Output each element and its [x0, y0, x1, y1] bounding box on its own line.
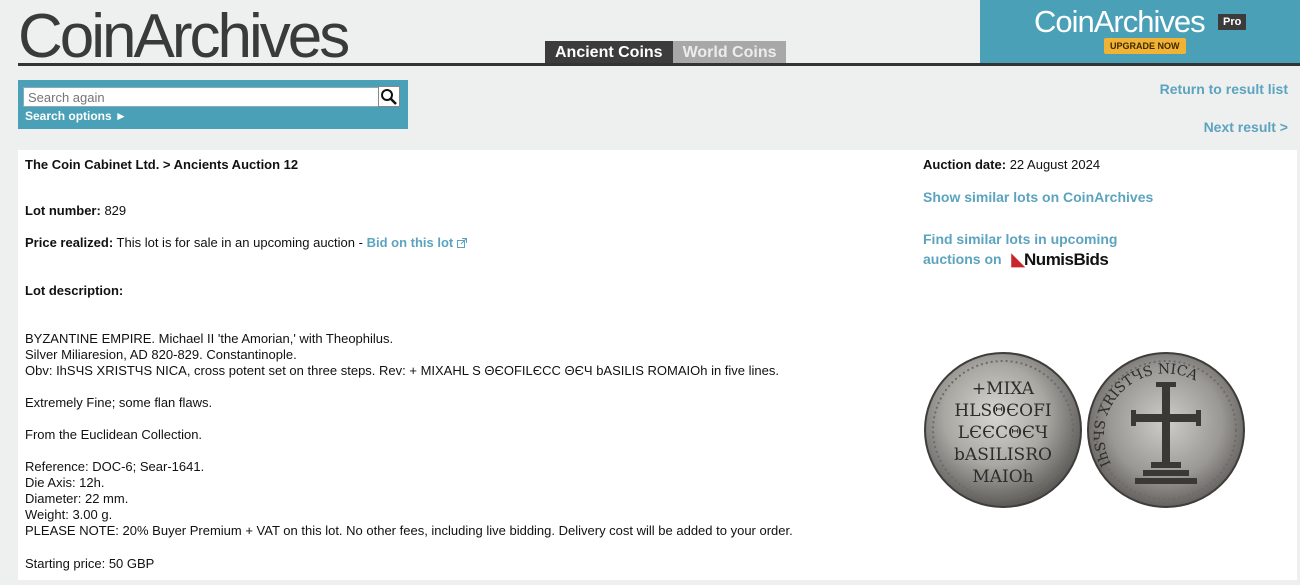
- upcoming-line-1: Find similar lots in upcoming: [923, 231, 1118, 247]
- pro-banner-title: CoinArchives: [1034, 4, 1206, 39]
- tab-world-coins[interactable]: World Coins: [672, 41, 787, 65]
- tab-ancient-coins[interactable]: Ancient Coins: [545, 41, 673, 65]
- upcoming-auctions-link[interactable]: Find similar lots in upcoming auctions o…: [923, 229, 1117, 270]
- auction-date-label: Auction date:: [923, 157, 1007, 172]
- price-realized-text: This lot is for sale in an upcoming auct…: [116, 235, 363, 250]
- description-line: Obv: IhSЧS XRISTЧS NICA, cross potent se…: [25, 363, 779, 378]
- bid-on-lot-link[interactable]: Bid on this lot: [367, 235, 454, 250]
- provenance-text: From the Euclidean Collection.: [25, 427, 203, 442]
- category-tabs: Ancient Coins World Coins: [545, 41, 787, 65]
- search-button[interactable]: [378, 86, 400, 107]
- upcoming-line-2: auctions on: [923, 251, 1002, 267]
- coin-photo[interactable]: +MIXA HLSΘЄOFI LЄЄCΘЄЧ bASILISRO MAIOh I…: [923, 346, 1253, 516]
- site-logo[interactable]: CoinArchives: [18, 4, 350, 70]
- obverse-legend-line: +MIXA: [972, 379, 1035, 399]
- diameter-text: Diameter: 22 mm.: [25, 491, 129, 506]
- price-realized-row: Price realized: This lot is for sale in …: [25, 235, 467, 250]
- obverse-legend-line: MAIOh: [972, 467, 1033, 487]
- obverse-legend-line: LЄЄCΘЄЧ: [958, 423, 1048, 443]
- header-divider: [18, 63, 1300, 66]
- return-to-results-link[interactable]: Return to result list: [1160, 81, 1288, 97]
- search-panel: Search options ►: [18, 80, 408, 129]
- pro-banner[interactable]: CoinArchives Pro UPGRADE NOW: [980, 0, 1300, 63]
- obverse-legend-line: HLSΘЄOFI: [954, 401, 1051, 421]
- technical-details: Reference: DOC-6; Sear-1641. Die Axis: 1…: [25, 459, 793, 539]
- similar-lots-link[interactable]: Show similar lots on CoinArchives: [923, 189, 1153, 205]
- lot-number-row: Lot number: 829: [25, 203, 126, 218]
- next-result-link[interactable]: Next result >: [1204, 119, 1288, 135]
- price-realized-label: Price realized:: [25, 235, 114, 250]
- coin-reverse: IhSЧS XRISTЧS NICA: [1087, 352, 1245, 508]
- die-axis-text: Die Axis: 12h.: [25, 475, 105, 490]
- numisbids-logo-text: NumisBids: [1024, 250, 1109, 270]
- upgrade-now-button[interactable]: UPGRADE NOW: [1104, 38, 1186, 54]
- auction-date-row: Auction date: 22 August 2024: [923, 157, 1100, 172]
- search-icon: [381, 89, 397, 105]
- auction-breadcrumb[interactable]: The Coin Cabinet Ltd. > Ancients Auction…: [25, 157, 298, 172]
- numisbids-logo[interactable]: ◣NumisBids: [1011, 250, 1108, 270]
- external-link-icon: [456, 238, 467, 248]
- reference-text: Reference: DOC-6; Sear-1641.: [25, 459, 205, 474]
- lot-details-panel: The Coin Cabinet Ltd. > Ancients Auction…: [18, 150, 1297, 580]
- lot-description-block: BYZANTINE EMPIRE. Michael II 'the Amoria…: [25, 331, 779, 379]
- description-line: BYZANTINE EMPIRE. Michael II 'the Amoria…: [25, 331, 394, 346]
- lot-description-label: Lot description:: [25, 283, 124, 298]
- obverse-legend-line: bASILISRO: [954, 445, 1052, 465]
- auction-date-value: 22 August 2024: [1009, 157, 1101, 172]
- description-line: Silver Miliaresion, AD 820-829. Constant…: [25, 347, 297, 362]
- lot-number-value: 829: [104, 203, 127, 218]
- grade-text: Extremely Fine; some flan flaws.: [25, 395, 213, 410]
- pro-badge: Pro: [1218, 14, 1247, 30]
- buyer-premium-note: PLEASE NOTE: 20% Buyer Premium + VAT on …: [25, 523, 793, 538]
- coin-obverse: +MIXA HLSΘЄOFI LЄЄCΘЄЧ bASILISRO MAIOh: [924, 352, 1082, 508]
- starting-price-text: Starting price: 50 GBP: [25, 556, 155, 571]
- weight-text: Weight: 3.00 g.: [25, 507, 113, 522]
- lot-number-label: Lot number:: [25, 203, 101, 218]
- numisbids-mark-icon: ◣: [1011, 250, 1025, 270]
- search-input[interactable]: [23, 87, 379, 107]
- search-options-link[interactable]: Search options ►: [25, 109, 127, 123]
